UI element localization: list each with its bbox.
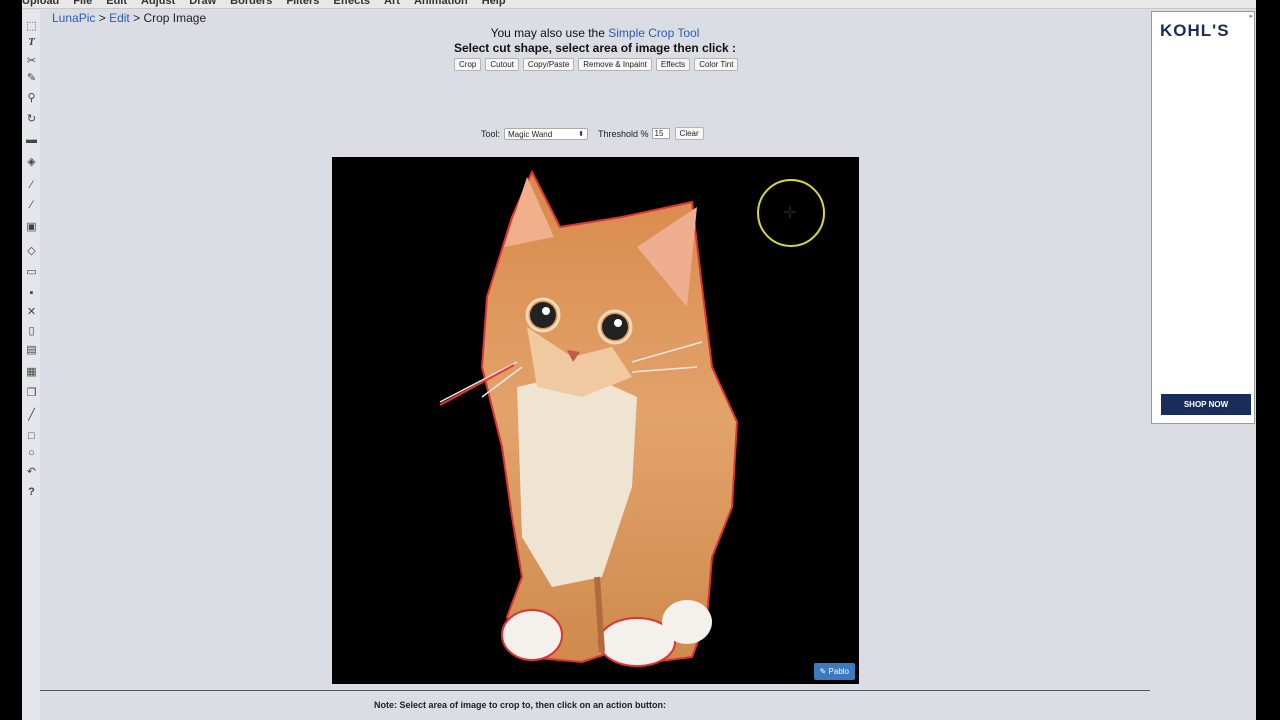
- divider: [40, 690, 1150, 691]
- breadcrumb-edit[interactable]: Edit: [109, 11, 130, 25]
- new-file-icon[interactable]: ▯: [25, 325, 38, 338]
- menu-art[interactable]: Art: [384, 0, 400, 8]
- crosshair-cursor-icon: ✛: [783, 205, 797, 222]
- cutout-button[interactable]: Cutout: [485, 58, 519, 71]
- magnifier-icon[interactable]: ⚲: [25, 92, 38, 105]
- effects-button[interactable]: Effects: [655, 58, 691, 71]
- copy-paste-button[interactable]: Copy/Paste: [522, 58, 575, 71]
- copy-icon[interactable]: ❐: [25, 387, 38, 400]
- close-icon[interactable]: ✕: [25, 306, 38, 319]
- kohls-logo[interactable]: KOHL'S: [1160, 21, 1230, 41]
- breadcrumb-separator: >: [95, 11, 110, 25]
- tool-select-value: Magic Wand: [508, 129, 553, 139]
- layers-icon[interactable]: ▦: [25, 366, 38, 379]
- eraser-icon[interactable]: ◇: [25, 245, 38, 258]
- save-icon[interactable]: ▪: [25, 287, 38, 300]
- rotate-icon[interactable]: ↻: [25, 113, 38, 126]
- instruction-text: Select cut shape, select area of image t…: [453, 41, 737, 55]
- threshold-label: Threshold %: [598, 128, 649, 139]
- tool-label: Tool:: [481, 128, 501, 139]
- help-icon[interactable]: ?: [25, 486, 38, 499]
- kohls-ad[interactable]: ▸ KOHL'S SHOP NOW: [1151, 11, 1255, 424]
- action-buttons: Crop Cutout Copy/Paste Remove & Inpaint …: [454, 58, 739, 71]
- left-frame-edge: [0, 0, 22, 720]
- scissors-icon[interactable]: ✂: [25, 55, 38, 68]
- breadcrumb-separator: >: [129, 11, 144, 25]
- menu-filters[interactable]: Filters: [286, 0, 319, 8]
- undo-icon[interactable]: ↶: [25, 466, 38, 479]
- pencil-icon: ✎: [819, 667, 829, 676]
- menu-adjust[interactable]: Adjust: [141, 0, 175, 8]
- left-toolbar: ⬚ T ✂ ✎ ⚲ ↻ ▬ ◈ ⁄ ⁄ ▣ ◇ ▭ ▪ ✕ ▯ ▤ ▦ ❐ ╱ …: [22, 10, 40, 720]
- breadcrumb-current: Crop Image: [143, 11, 207, 25]
- right-frame-edge: [1256, 0, 1280, 720]
- line-icon[interactable]: ╱: [25, 409, 38, 422]
- breadcrumb-lunapic[interactable]: LunaPic: [52, 11, 95, 25]
- menu-bar: Upload File Edit Adjust Draw Borders Fil…: [0, 0, 1256, 9]
- pablo-label: Pablo: [828, 667, 849, 676]
- circle-icon[interactable]: ○: [25, 447, 38, 460]
- crop-button[interactable]: Crop: [454, 58, 482, 71]
- rectangle-icon[interactable]: □: [25, 430, 38, 443]
- remove-inpaint-button[interactable]: Remove & Inpaint: [578, 58, 652, 71]
- ad-close-icon[interactable]: ▸: [1249, 12, 1253, 20]
- menu-file[interactable]: File: [73, 0, 92, 8]
- crop-icon[interactable]: ▣: [25, 221, 38, 234]
- pablo-badge[interactable]: ✎ Pablo: [813, 663, 855, 680]
- lunapic-app: Upload File Edit Adjust Draw Borders Fil…: [0, 0, 1256, 720]
- open-folder-icon[interactable]: ▭: [25, 266, 38, 279]
- tool-select[interactable]: Magic Wand ⬍: [504, 127, 589, 140]
- print-icon[interactable]: ▤: [25, 344, 38, 357]
- simple-crop-tool-link[interactable]: Simple Crop Tool: [608, 26, 699, 40]
- menu-draw[interactable]: Draw: [189, 0, 216, 8]
- hint-text: You may also use the: [490, 26, 609, 40]
- threshold-input[interactable]: 15: [651, 128, 670, 139]
- clear-button[interactable]: Clear: [674, 127, 704, 140]
- brush-icon[interactable]: ⁄: [25, 199, 38, 212]
- simple-crop-hint: You may also use the Simple Crop Tool: [0, 26, 1190, 40]
- eyedropper-icon[interactable]: ⁄: [25, 179, 38, 192]
- pencil-icon[interactable]: ✎: [25, 72, 38, 85]
- panel-icon[interactable]: ▬: [25, 134, 38, 147]
- menu-animation[interactable]: Animation: [414, 0, 468, 8]
- menu-edit[interactable]: Edit: [106, 0, 127, 8]
- breadcrumb: LunaPic > Edit > Crop Image: [52, 11, 206, 25]
- menu-effects[interactable]: Effects: [333, 0, 370, 8]
- color-tint-button[interactable]: Color Tint: [694, 58, 739, 71]
- footer-note: Note: Select area of image to crop to, t…: [374, 700, 667, 710]
- menu-borders[interactable]: Borders: [230, 0, 272, 8]
- menu-help[interactable]: Help: [482, 0, 506, 8]
- paint-bucket-icon[interactable]: ◈: [25, 156, 38, 169]
- tool-options: Tool: Magic Wand ⬍ Threshold % 15 Clear: [481, 127, 704, 140]
- menu-upload[interactable]: Upload: [22, 0, 59, 8]
- select-arrows-icon: ⬍: [578, 130, 585, 138]
- shop-now-button[interactable]: SHOP NOW: [1161, 394, 1251, 415]
